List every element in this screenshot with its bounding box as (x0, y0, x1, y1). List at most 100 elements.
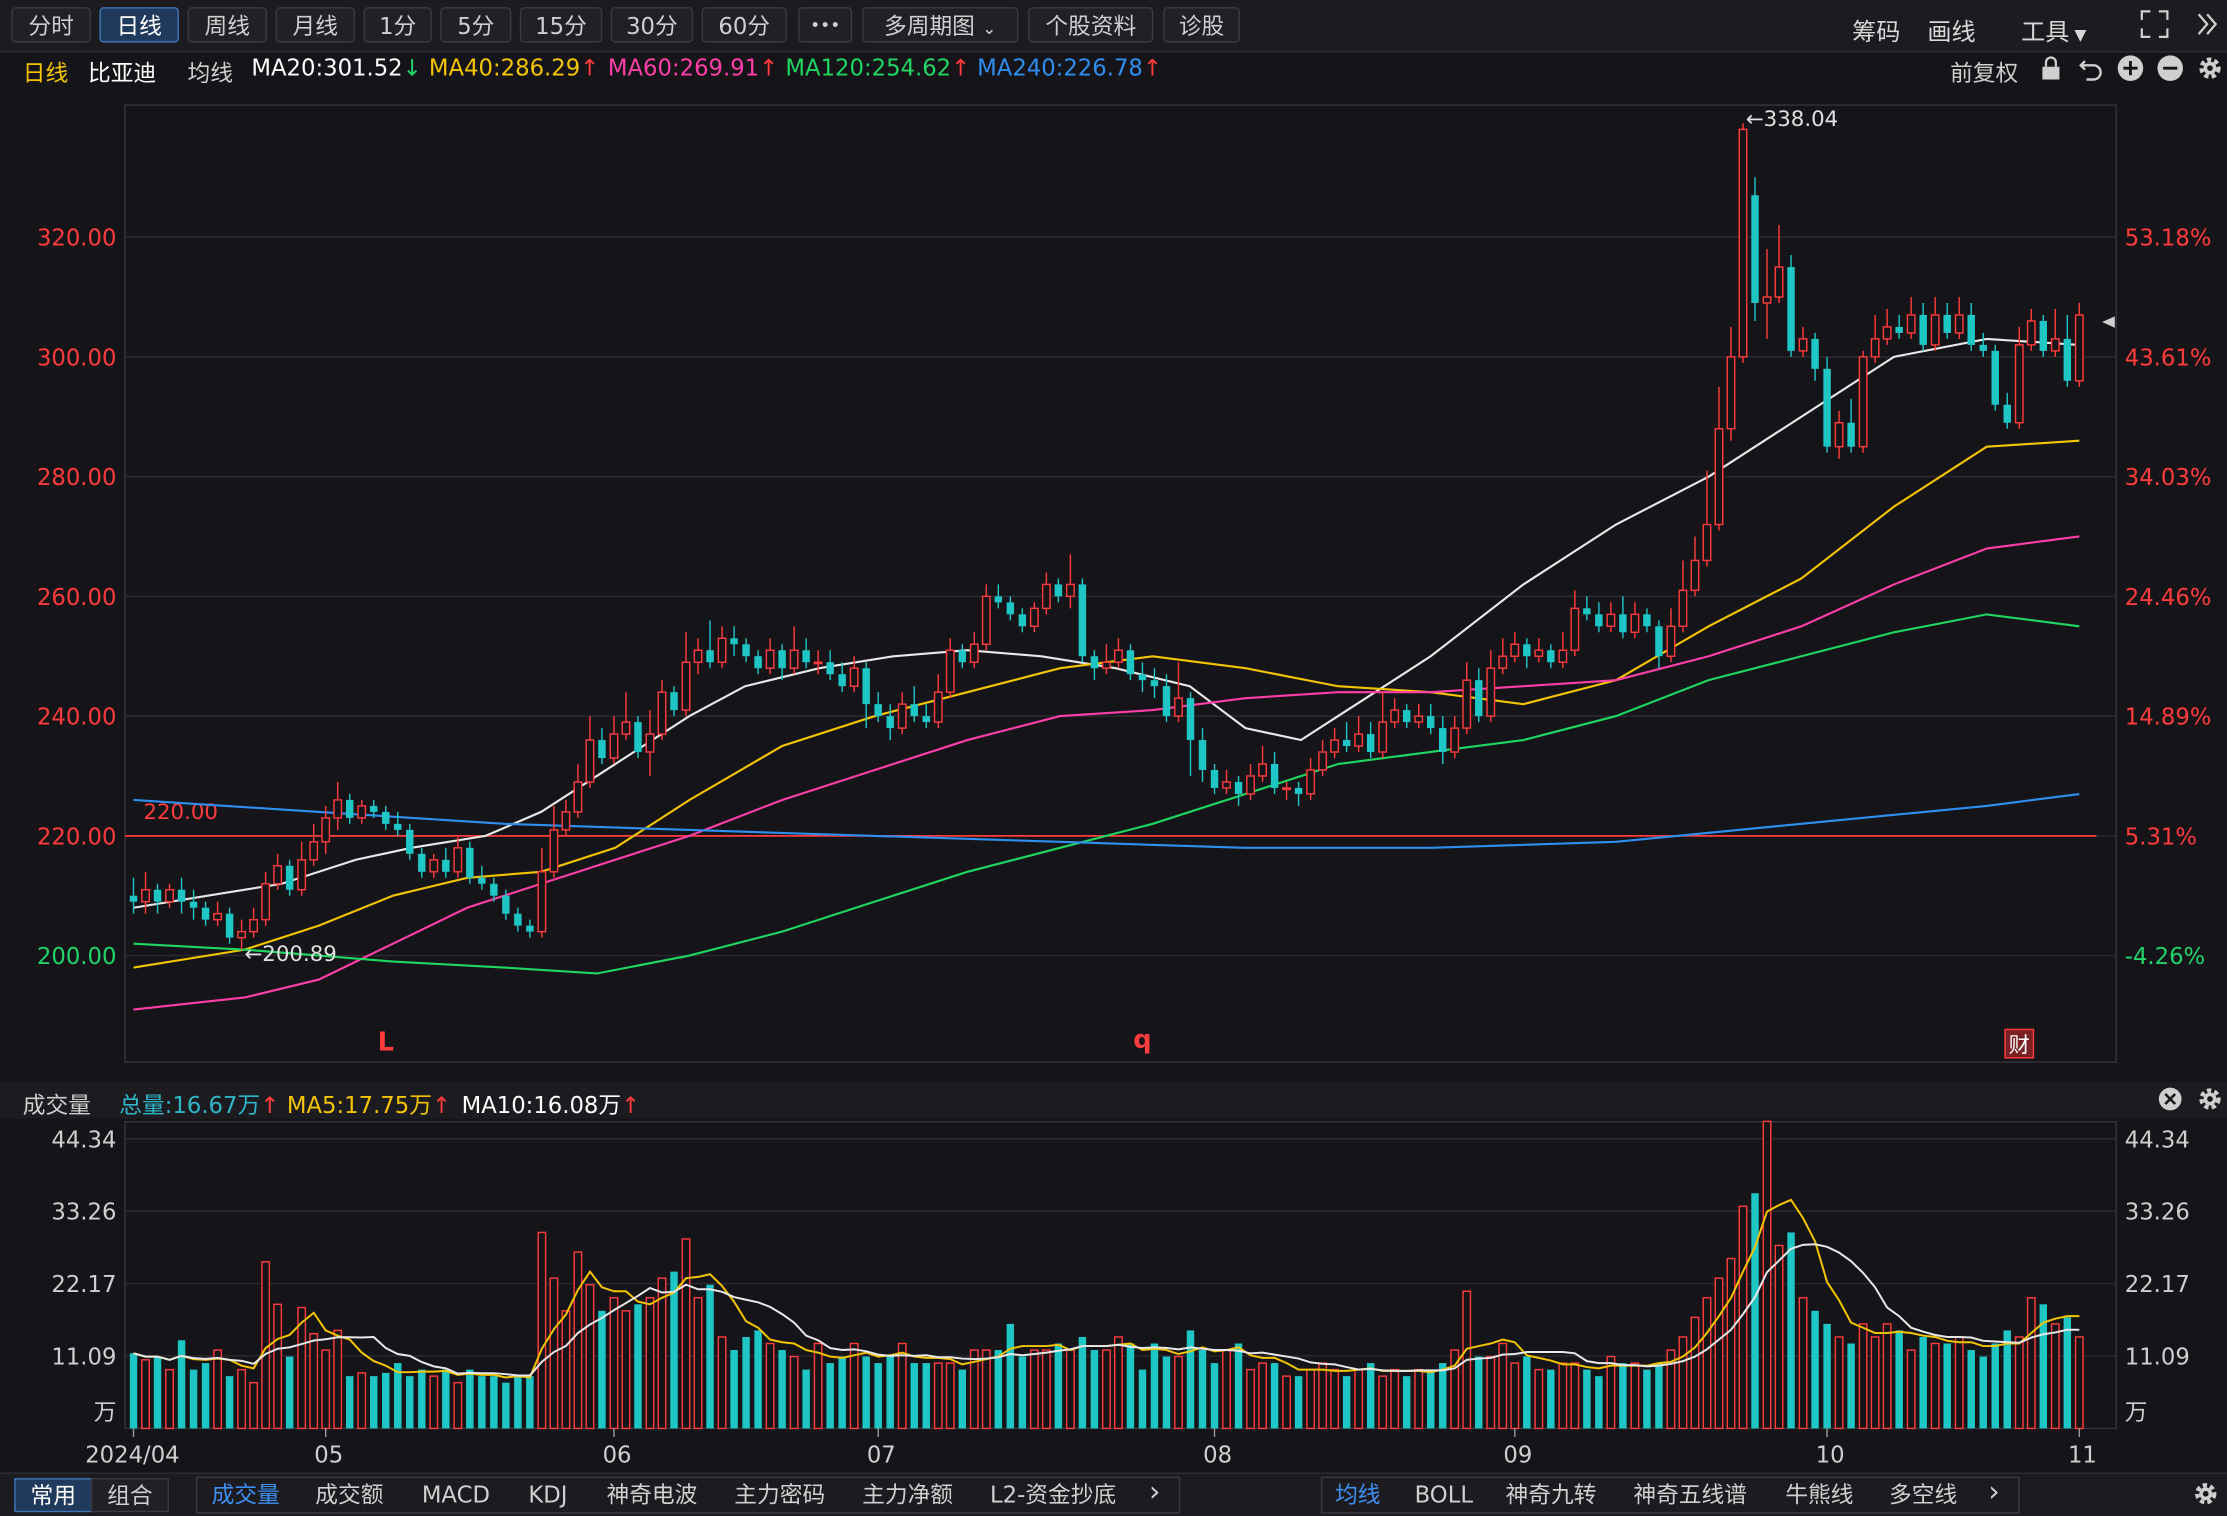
tab-kdj[interactable]: KDJ (528, 1480, 567, 1511)
candle-body (1774, 266, 1784, 298)
candle-body (1162, 686, 1171, 717)
candle-body (681, 661, 691, 711)
tab-macd[interactable]: MACD (422, 1480, 490, 1511)
candle-body (526, 925, 534, 932)
volume-bar (826, 1363, 834, 1429)
double-chevron-right-icon[interactable] (2193, 9, 2221, 40)
tab-l2-funds[interactable]: L2-资金抄底 (990, 1480, 1116, 1511)
percent-tick-label: 53.18% (2125, 226, 2212, 252)
tab-daily[interactable]: 日线 (99, 7, 179, 43)
candle-body (1186, 698, 1195, 741)
candlestick-chart[interactable]: 320.00 300.00 280.00 260.00 240.00 220.00 200.… (0, 88, 2227, 1082)
volume-bar (490, 1376, 498, 1429)
candle-body (1174, 697, 1183, 717)
stock-info-button[interactable]: 个股资料 (1028, 7, 1154, 43)
tab-30min[interactable]: 30分 (610, 7, 694, 43)
tab-turnover[interactable]: 成交额 (315, 1480, 383, 1511)
tab-monthly[interactable]: 月线 (275, 7, 356, 43)
close-panel-icon[interactable] (2157, 1086, 2183, 1117)
candle-body (813, 661, 823, 665)
tab-15min[interactable]: 15分 (519, 7, 603, 43)
tab-long-short[interactable]: 多空线 (1889, 1480, 1957, 1511)
zoom-in-icon[interactable] (2116, 54, 2144, 88)
tab-ma[interactable]: 均线 (1335, 1480, 1380, 1511)
volume-bar (1126, 1343, 1135, 1429)
tab-5min[interactable]: 5分 (440, 7, 512, 43)
undo-icon[interactable] (2076, 54, 2104, 88)
bottom-settings-gear-icon[interactable] (2192, 1480, 2220, 1514)
event-marker-q[interactable]: q (1133, 1025, 1151, 1055)
volume-bar (945, 1362, 955, 1430)
volume-bar (418, 1369, 426, 1429)
multi-period-dropdown[interactable]: 多周期图 ⌄ (862, 7, 1019, 43)
volume-bar (1282, 1375, 1292, 1430)
fullscreen-icon[interactable] (2139, 9, 2170, 40)
finance-event-label: 财 (2009, 1033, 2030, 1058)
panel-settings-gear-icon[interactable] (2196, 1085, 2224, 1119)
volume-bar (1090, 1350, 1099, 1429)
candle-body (1558, 649, 1568, 663)
volume-bar (1870, 1336, 1880, 1430)
diagnosis-button[interactable]: 诊股 (1163, 7, 1240, 43)
volume-bar (1113, 1336, 1123, 1430)
volume-bar (466, 1369, 474, 1429)
volume-bar (1702, 1297, 1712, 1430)
indicator-more-chevron-icon[interactable]: › (1149, 1475, 1160, 1506)
lock-icon[interactable] (2040, 55, 2063, 86)
chips-button[interactable]: 筹码 (1852, 11, 1900, 46)
tab-magic-wave[interactable]: 神奇电波 (606, 1480, 697, 1511)
volume-bar (237, 1368, 247, 1430)
segment-combo[interactable]: 组合 (90, 1478, 170, 1513)
tab-weekly[interactable]: 周线 (187, 7, 268, 43)
tab-bull-bear[interactable]: 牛熊线 (1785, 1480, 1853, 1511)
volume-bar (933, 1362, 943, 1430)
overlay-more-chevron-icon[interactable]: › (1988, 1475, 1999, 1506)
event-marker-l[interactable]: L (378, 1028, 394, 1058)
ma-label[interactable]: 均线 (187, 54, 232, 88)
volume-bar (1919, 1336, 1927, 1429)
tab-1min[interactable]: 1分 (363, 7, 432, 43)
candle-body (1906, 314, 1916, 334)
candle-body (1234, 781, 1243, 794)
volume-bar (2003, 1330, 2011, 1429)
candle-body (922, 716, 930, 723)
volume-bar (813, 1342, 823, 1430)
volume-bar (681, 1238, 691, 1430)
volume-legend-bar: 成交量 总量:16.67万↑ MA5:17.75万↑ MA10:16.08万↑ (0, 1081, 2227, 1120)
more-periods-button[interactable]: ••• (798, 7, 853, 43)
price-adjust-selector[interactable]: 前复权 (1950, 54, 2018, 88)
tab-main-code[interactable]: 主力密码 (734, 1480, 825, 1511)
candle-body (1690, 559, 1700, 592)
tab-60min[interactable]: 60分 (701, 7, 787, 43)
volume-bar (357, 1372, 367, 1430)
candle-body (969, 643, 979, 663)
volume-bar (1414, 1368, 1424, 1430)
tools-dropdown[interactable]: 工具 ▼ (2021, 11, 2086, 46)
candle-body (141, 889, 150, 903)
volume-title[interactable]: 成交量 (23, 1086, 91, 1120)
candle-body (2026, 320, 2036, 346)
volume-bar (670, 1271, 678, 1429)
volume-bar (213, 1349, 223, 1430)
tab-boll[interactable]: BOLL (1415, 1480, 1473, 1511)
candle-body (1366, 734, 1375, 753)
candle-body (1330, 739, 1340, 753)
tab-magic-nine[interactable]: 神奇九转 (1506, 1480, 1597, 1511)
settings-gear-icon[interactable] (2196, 54, 2224, 88)
tab-volume[interactable]: 成交量 (212, 1480, 280, 1511)
candle-body (309, 841, 319, 861)
volume-bar (189, 1369, 198, 1429)
tab-main-net[interactable]: 主力净额 (862, 1480, 953, 1511)
candle-body (1078, 584, 1087, 657)
zoom-out-icon[interactable] (2156, 54, 2184, 88)
tab-magic-five[interactable]: 神奇五线谱 (1633, 1480, 1747, 1511)
volume-chart[interactable]: 44.34 44.34 33.26 33.26 22.17 22.17 11.09 11.09… (0, 1119, 2227, 1473)
tab-intraday[interactable]: 分时 (11, 7, 91, 43)
volume-bar (778, 1350, 786, 1429)
segment-common[interactable]: 常用 (14, 1478, 93, 1513)
volume-bar (285, 1356, 294, 1429)
draw-line-button[interactable]: 画线 (1927, 11, 1975, 46)
candle-body (573, 781, 583, 813)
x-tick-label: 2024/04 (85, 1442, 179, 1468)
volume-bar (1643, 1369, 1651, 1429)
